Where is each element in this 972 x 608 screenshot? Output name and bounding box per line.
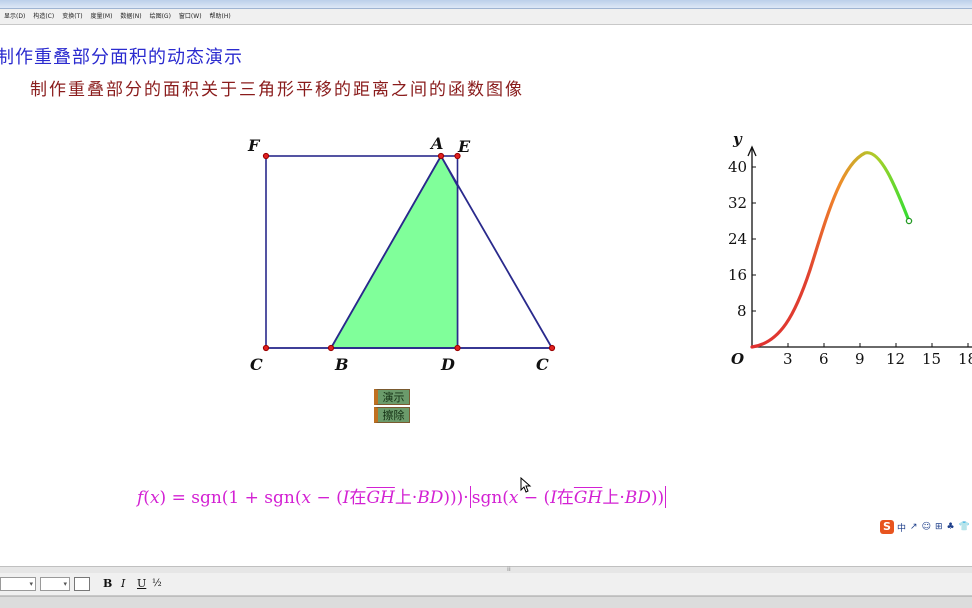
formula-abs-bar-left bbox=[469, 486, 471, 508]
font-size-select[interactable]: ▾ bbox=[40, 577, 70, 591]
y-tick-8: 8 bbox=[737, 302, 747, 320]
menu-item-measure[interactable]: 度量(M) bbox=[87, 9, 117, 24]
formula-zai-1: 在 bbox=[349, 488, 367, 508]
ime-emoji-icon[interactable]: ☺ bbox=[921, 522, 932, 532]
y-tick-24: 24 bbox=[728, 230, 747, 248]
window-title-strip bbox=[0, 0, 972, 9]
origin-label: O bbox=[731, 350, 744, 368]
ime-keyboard-icon[interactable]: ⊞ bbox=[934, 522, 944, 532]
x-tick-3: 3 bbox=[783, 350, 793, 368]
x-tick-9: 9 bbox=[855, 350, 865, 368]
point-c-right[interactable] bbox=[548, 344, 556, 352]
formula-gh-1: GH bbox=[366, 488, 395, 508]
font-family-select[interactable]: ▾ bbox=[0, 577, 36, 591]
text-format-toolbar: ▾ ▾ B I U ½ bbox=[0, 573, 972, 596]
sogou-logo-icon[interactable]: S bbox=[880, 520, 894, 534]
point-a[interactable] bbox=[437, 152, 445, 160]
menu-bar: 显示(D) 构造(C) 变换(T) 度量(M) 数据(N) 绘图(G) 窗口(W… bbox=[0, 9, 972, 25]
menu-item-display[interactable]: 显示(D) bbox=[0, 9, 29, 24]
ime-mode-chinese[interactable]: 中 bbox=[896, 521, 907, 534]
formula-minus-1: − ( bbox=[311, 488, 343, 508]
formula-sgn2: sgn( bbox=[471, 488, 509, 508]
label-e: E bbox=[457, 137, 471, 156]
formula-x-2: x bbox=[301, 488, 312, 508]
label-c-right: C bbox=[536, 355, 549, 374]
status-bar bbox=[0, 596, 972, 608]
formula-i-2: I bbox=[550, 488, 557, 508]
formula-close-2: )) bbox=[650, 488, 665, 508]
point-c-left[interactable] bbox=[262, 344, 270, 352]
curve-endpoint[interactable] bbox=[905, 217, 913, 225]
y-tick-32: 32 bbox=[728, 194, 747, 212]
menu-item-window[interactable]: 窗口(W) bbox=[175, 9, 206, 24]
point-d[interactable] bbox=[454, 344, 461, 352]
label-f: F bbox=[247, 136, 261, 155]
menu-item-transform[interactable]: 变换(T) bbox=[58, 9, 86, 24]
x-tick-6: 6 bbox=[819, 350, 829, 368]
point-f[interactable] bbox=[262, 152, 270, 160]
formula-x: x bbox=[149, 488, 160, 508]
formula-zai-2: 在 bbox=[556, 488, 574, 508]
bold-button[interactable]: B bbox=[103, 577, 112, 591]
y-tick-40: 40 bbox=[728, 158, 747, 176]
formula-bd-2: BD bbox=[624, 488, 651, 508]
x-tick-18: 18 bbox=[958, 350, 972, 368]
menu-item-help[interactable]: 帮助(H) bbox=[206, 9, 235, 24]
function-graph: y O 3 6 9 12 15 18 8 16 24 32 40 bbox=[728, 130, 972, 368]
formula-paren: ( bbox=[143, 488, 150, 508]
formula-abs-bar-right bbox=[665, 486, 667, 508]
menu-item-data[interactable]: 数据(N) bbox=[116, 9, 145, 24]
formula-close-1: )))· bbox=[443, 488, 469, 508]
underline-button[interactable]: U bbox=[137, 577, 146, 591]
menu-item-graph[interactable]: 绘图(G) bbox=[146, 9, 175, 24]
area-function-curve bbox=[750, 151, 911, 349]
label-d: D bbox=[440, 355, 455, 374]
ime-tools-icon[interactable]: ♣ bbox=[946, 522, 956, 532]
animate-button[interactable]: 演示 bbox=[374, 389, 410, 405]
math-format-button[interactable]: ½ bbox=[152, 577, 162, 591]
italic-button[interactable]: I bbox=[121, 577, 125, 591]
overlap-region bbox=[329, 154, 459, 349]
function-formula[interactable]: f(x) = sgn(1 + sgn(x − (I在GH上·BD)))· sgn(… bbox=[137, 483, 667, 508]
y-axis-label: y bbox=[732, 130, 743, 148]
formula-shang-2: 上 bbox=[602, 488, 620, 508]
formula-gh-2: GH bbox=[573, 488, 603, 508]
sketch-canvas[interactable]: 制作重叠部分面积的动态演示 制作重叠部分的面积关于三角形平移的距离之间的函数图像… bbox=[0, 25, 972, 570]
ime-skin-icon[interactable]: 👕 bbox=[958, 522, 971, 532]
formula-shang-1: 上 bbox=[394, 488, 412, 508]
ime-toolbar[interactable]: S 中 ↗ ☺ ⊞ ♣ 👕 bbox=[880, 519, 971, 535]
y-tick-16: 16 bbox=[728, 266, 747, 284]
formula-bd-1: BD bbox=[417, 488, 444, 508]
point-b[interactable] bbox=[327, 344, 335, 352]
mouse-pointer-icon bbox=[520, 476, 532, 497]
text-color-swatch[interactable] bbox=[74, 577, 90, 591]
label-a: A bbox=[429, 134, 443, 153]
menu-item-construct[interactable]: 构造(C) bbox=[29, 9, 58, 24]
label-b: B bbox=[334, 355, 349, 374]
formula-x-3: x bbox=[508, 488, 519, 508]
label-c-left: C bbox=[250, 355, 263, 374]
x-tick-12: 12 bbox=[886, 350, 905, 368]
ime-punct-icon[interactable]: ↗ bbox=[909, 522, 919, 532]
x-tick-15: 15 bbox=[922, 350, 941, 368]
erase-button[interactable]: 擦除 bbox=[374, 407, 410, 423]
formula-sgn1: ) = sgn(1 + sgn( bbox=[159, 488, 302, 508]
